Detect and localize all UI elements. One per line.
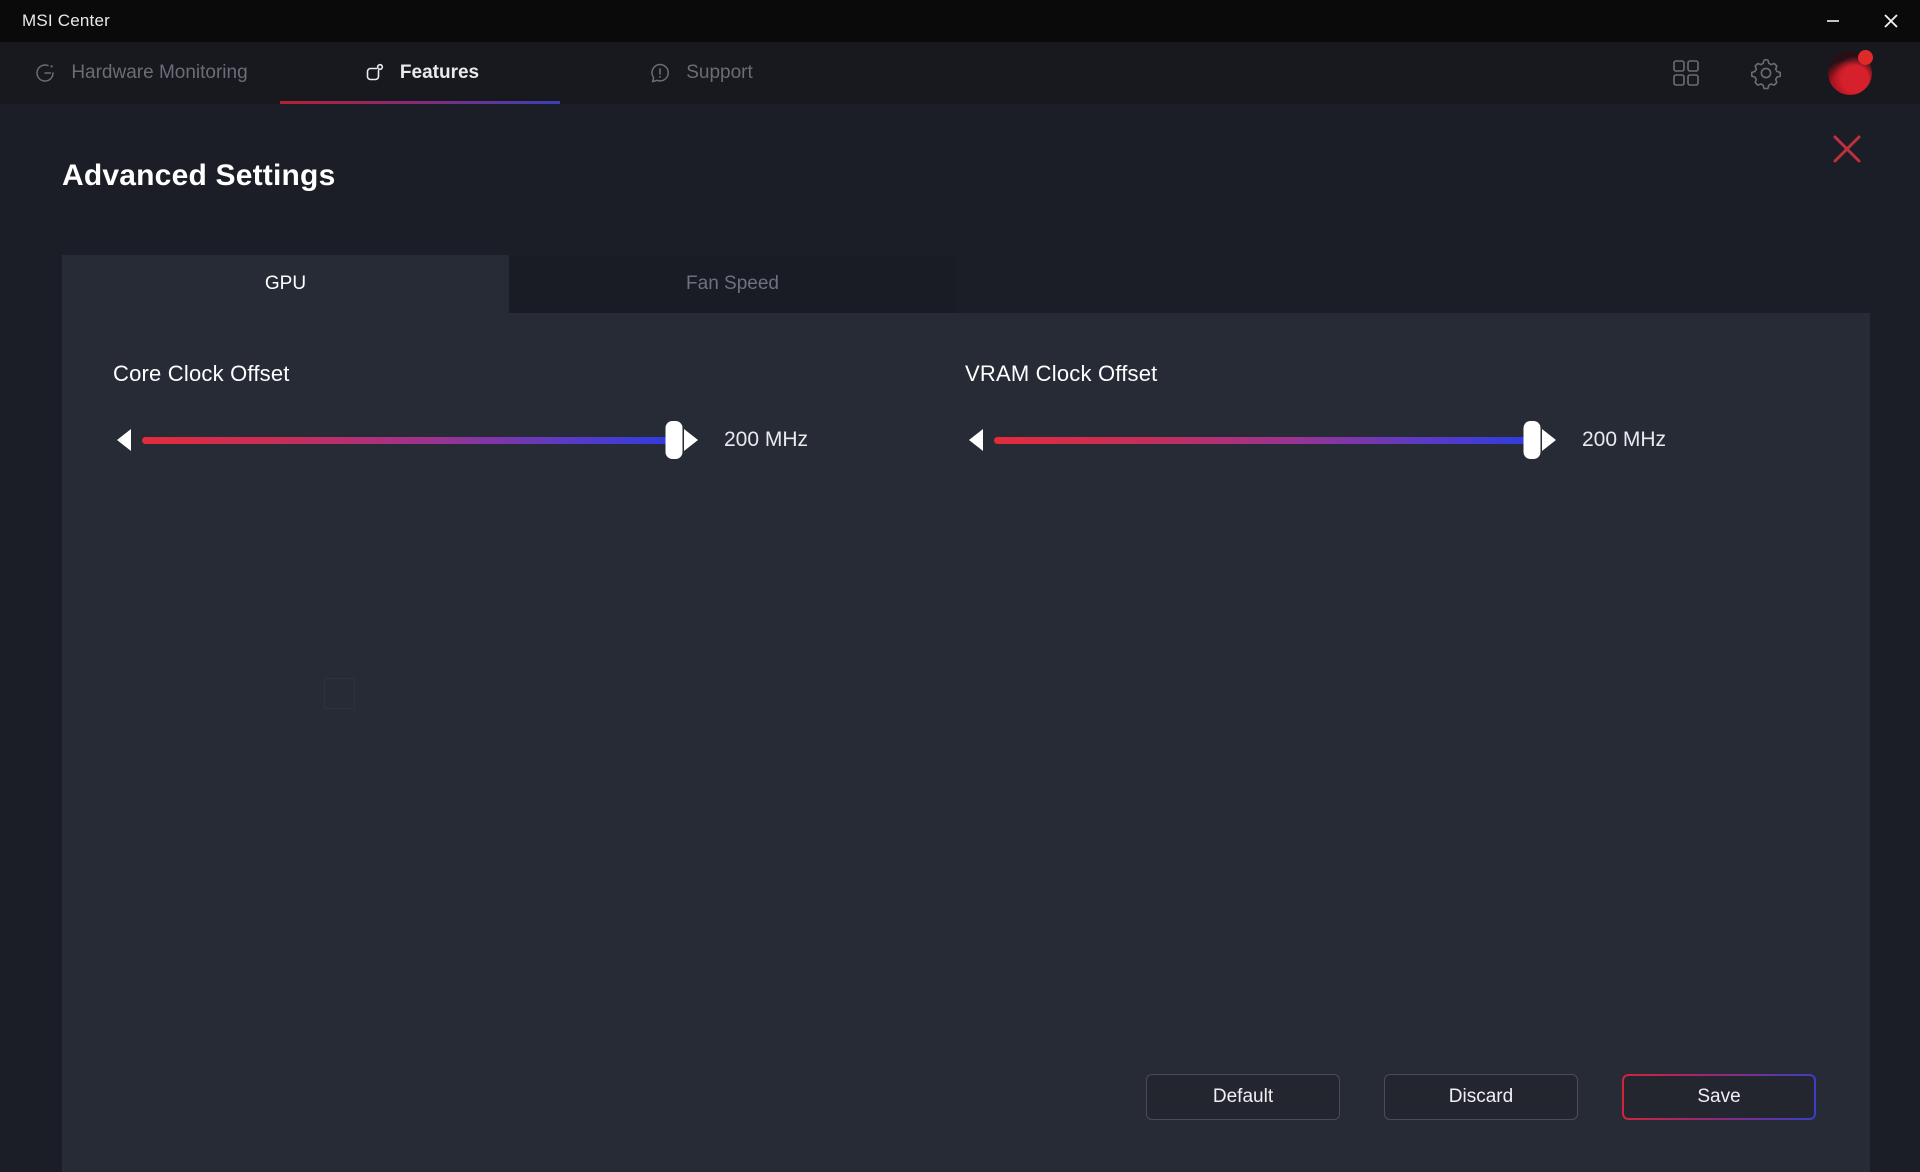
- apps-grid-icon[interactable]: [1668, 55, 1704, 91]
- content-area: Advanced Settings GPU Fan Speed Core Clo…: [0, 104, 1920, 1172]
- window-controls: [1804, 0, 1920, 42]
- core-clock-value: 200 MHz: [724, 428, 808, 452]
- advanced-settings-dialog: Advanced Settings GPU Fan Speed Core Clo…: [62, 104, 1920, 1172]
- gear-icon[interactable]: [1748, 55, 1784, 91]
- dialog-actions: Default Discard Save: [1146, 1074, 1816, 1120]
- nav-tab-support[interactable]: Support: [560, 42, 840, 104]
- left-gutter: [0, 104, 62, 1172]
- vram-clock-track-fill: [994, 437, 1532, 444]
- vram-clock-offset-label: VRAM Clock Offset: [965, 361, 1802, 387]
- triangle-left-icon: [969, 429, 983, 451]
- core-clock-track[interactable]: [142, 425, 674, 455]
- default-button[interactable]: Default: [1146, 1074, 1340, 1120]
- vram-clock-track[interactable]: [994, 425, 1532, 455]
- window-title: MSI Center: [22, 11, 110, 31]
- nav-tab-label: Features: [400, 62, 479, 84]
- page-title: Advanced Settings: [62, 159, 1920, 193]
- vram-clock-increment-button[interactable]: [1538, 425, 1560, 455]
- core-clock-offset-label: Core Clock Offset: [113, 361, 932, 387]
- title-bar: MSI Center: [0, 0, 1920, 42]
- gpu-settings-panel: Core Clock Offset: [62, 313, 1870, 1172]
- vram-clock-offset-group: VRAM Clock Offset: [932, 361, 1802, 455]
- triangle-left-icon: [117, 429, 131, 451]
- vram-clock-thumb[interactable]: [1524, 421, 1541, 459]
- core-clock-offset-slider: 200 MHz: [113, 425, 932, 455]
- dialog-close-icon[interactable]: [1824, 126, 1870, 172]
- vram-clock-decrement-button[interactable]: [965, 425, 987, 455]
- save-button-label: Save: [1697, 1086, 1740, 1108]
- minimize-button[interactable]: [1804, 0, 1862, 42]
- tab-gpu[interactable]: GPU: [62, 255, 509, 313]
- notification-dot: [1858, 50, 1873, 65]
- placeholder-square: [324, 678, 355, 709]
- nav-tab-hardware-monitoring[interactable]: Hardware Monitoring: [0, 42, 280, 104]
- core-clock-track-fill: [142, 437, 674, 444]
- active-tab-indicator: [280, 101, 560, 104]
- core-clock-thumb[interactable]: [666, 421, 683, 459]
- triangle-right-icon: [684, 429, 698, 451]
- nav-tab-list: Hardware Monitoring Features: [0, 42, 840, 104]
- vram-clock-offset-slider: 200 MHz: [965, 425, 1802, 455]
- tab-fan-speed[interactable]: Fan Speed: [509, 255, 956, 313]
- save-button[interactable]: Save: [1622, 1074, 1816, 1120]
- features-icon: [361, 60, 387, 86]
- window-close-button[interactable]: [1862, 0, 1920, 42]
- sliders-row: Core Clock Offset: [62, 313, 1870, 455]
- core-clock-increment-button[interactable]: [680, 425, 702, 455]
- core-clock-offset-group: Core Clock Offset: [62, 361, 932, 455]
- gauge-icon: [32, 60, 58, 86]
- user-avatar[interactable]: [1828, 51, 1872, 95]
- support-icon: [647, 60, 673, 86]
- nav-tab-features[interactable]: Features: [280, 42, 560, 104]
- nav-actions: [1668, 42, 1920, 104]
- settings-tab-list: GPU Fan Speed: [62, 255, 1870, 313]
- triangle-right-icon: [1542, 429, 1556, 451]
- nav-tab-label: Support: [686, 62, 753, 84]
- main-navigation: Hardware Monitoring Features: [0, 42, 1920, 104]
- core-clock-decrement-button[interactable]: [113, 425, 135, 455]
- vram-clock-value: 200 MHz: [1582, 428, 1666, 452]
- nav-tab-label: Hardware Monitoring: [71, 62, 247, 84]
- discard-button[interactable]: Discard: [1384, 1074, 1578, 1120]
- msi-center-window: MSI Center: [0, 0, 1920, 1172]
